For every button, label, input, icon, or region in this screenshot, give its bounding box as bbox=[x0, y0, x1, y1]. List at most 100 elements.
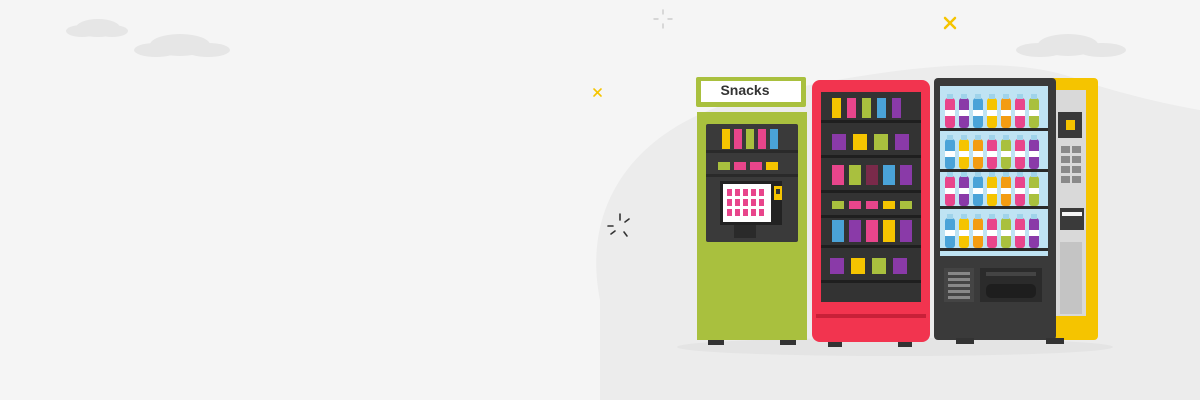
keypad-button[interactable] bbox=[1061, 166, 1070, 173]
screen-tile bbox=[759, 199, 764, 206]
bottle-cap bbox=[989, 214, 995, 219]
keypad-button[interactable] bbox=[1061, 176, 1070, 183]
bottle-cap bbox=[1003, 214, 1009, 219]
candy-shelf bbox=[821, 280, 921, 283]
bottle-label bbox=[1001, 151, 1011, 157]
candy-pack bbox=[849, 201, 861, 209]
bottle-cap bbox=[1031, 214, 1037, 219]
keypad-button[interactable] bbox=[1072, 166, 1081, 173]
drink-shelf bbox=[940, 248, 1048, 251]
drink-shelf bbox=[940, 169, 1048, 172]
bottle-cap bbox=[989, 135, 995, 140]
candy-shelf bbox=[821, 155, 921, 158]
screen-tile bbox=[727, 199, 732, 206]
bottle-label bbox=[1001, 188, 1011, 194]
bottle-label bbox=[973, 230, 983, 236]
candy-bar bbox=[877, 98, 886, 118]
bottle-label bbox=[973, 188, 983, 194]
screen-tile bbox=[743, 209, 748, 216]
screen-tile bbox=[743, 199, 748, 206]
bottle-label bbox=[945, 110, 955, 116]
bottle-label bbox=[987, 151, 997, 157]
keypad-button[interactable] bbox=[1072, 146, 1081, 153]
candy-pack bbox=[900, 201, 912, 209]
keypad-button[interactable] bbox=[1061, 156, 1070, 163]
snack-bar bbox=[734, 129, 742, 149]
candy-bar bbox=[847, 98, 856, 118]
vending-scene: Snacks bbox=[66, 9, 1200, 400]
bottle-label bbox=[973, 151, 983, 157]
bottle-cap bbox=[1031, 135, 1037, 140]
bottle-cap bbox=[975, 135, 981, 140]
candy-bar bbox=[900, 220, 912, 242]
candy-pack bbox=[883, 165, 895, 185]
bottle-label bbox=[1029, 110, 1039, 116]
screen-tile bbox=[735, 199, 740, 206]
screen-tile bbox=[759, 209, 764, 216]
keypad-button[interactable] bbox=[1061, 146, 1070, 153]
candy-shelf bbox=[821, 190, 921, 193]
bottle-cap bbox=[989, 172, 995, 177]
candy-pack bbox=[849, 165, 861, 185]
candy-foot bbox=[828, 342, 842, 347]
snack-kiosk: Snacks bbox=[696, 77, 807, 345]
bottle-label bbox=[987, 110, 997, 116]
drinks-foot bbox=[1046, 338, 1064, 344]
snack-bar bbox=[758, 129, 766, 149]
bottle-cap bbox=[975, 172, 981, 177]
bottle-label bbox=[1015, 230, 1025, 236]
candy-shelf bbox=[821, 245, 921, 248]
candy-bar bbox=[862, 98, 871, 118]
bottle-cap bbox=[947, 94, 953, 99]
candy-bag bbox=[832, 134, 846, 150]
bottle-cap bbox=[1003, 94, 1009, 99]
candy-bar bbox=[892, 98, 901, 118]
keypad-button[interactable] bbox=[1072, 156, 1081, 163]
card-reader[interactable] bbox=[1066, 120, 1075, 130]
bottle-cap bbox=[1031, 94, 1037, 99]
bottle-cap bbox=[947, 172, 953, 177]
bottle-cap bbox=[961, 214, 967, 219]
candy-bag bbox=[895, 134, 909, 150]
coin-return[interactable] bbox=[1060, 208, 1084, 230]
bottle-label bbox=[987, 188, 997, 194]
cloud-icon bbox=[1016, 34, 1126, 57]
bottle-label bbox=[959, 151, 969, 157]
candy-pack bbox=[900, 165, 912, 185]
burst-sparkle-icon bbox=[653, 9, 673, 29]
candy-bag bbox=[853, 134, 867, 150]
pickup-door[interactable] bbox=[986, 284, 1036, 298]
drinks-foot bbox=[956, 338, 974, 344]
snack-bar bbox=[770, 129, 778, 149]
kiosk-foot bbox=[780, 340, 796, 345]
coin-slot bbox=[948, 278, 970, 281]
drink-shelf bbox=[940, 206, 1048, 209]
snack-bar bbox=[746, 129, 754, 149]
screen-tile bbox=[735, 189, 740, 196]
bottle-label bbox=[1015, 151, 1025, 157]
keypad-button[interactable] bbox=[1072, 176, 1081, 183]
snack-pack bbox=[766, 162, 778, 170]
snack-bar bbox=[722, 129, 730, 149]
bottle-label bbox=[1001, 110, 1011, 116]
kiosk-foot bbox=[708, 340, 724, 345]
bottle-cap bbox=[947, 214, 953, 219]
bottle-label bbox=[959, 188, 969, 194]
coin-slot bbox=[948, 296, 970, 299]
candy-shelf bbox=[821, 215, 921, 218]
candy-shelf bbox=[821, 120, 921, 123]
bottle-cap bbox=[1031, 172, 1037, 177]
snack-pack bbox=[718, 162, 730, 170]
bottle-cap bbox=[1003, 135, 1009, 140]
bottle-label bbox=[945, 188, 955, 194]
drinks-tray bbox=[1060, 242, 1082, 314]
bottle-label bbox=[945, 151, 955, 157]
bottle-cap bbox=[989, 94, 995, 99]
bottle-label bbox=[945, 230, 955, 236]
candy-pack bbox=[832, 201, 844, 209]
bottle-label bbox=[987, 230, 997, 236]
bottle-label bbox=[959, 230, 969, 236]
bottle-cap bbox=[947, 135, 953, 140]
bottle-label bbox=[1029, 188, 1039, 194]
coin-slot bbox=[948, 290, 970, 293]
